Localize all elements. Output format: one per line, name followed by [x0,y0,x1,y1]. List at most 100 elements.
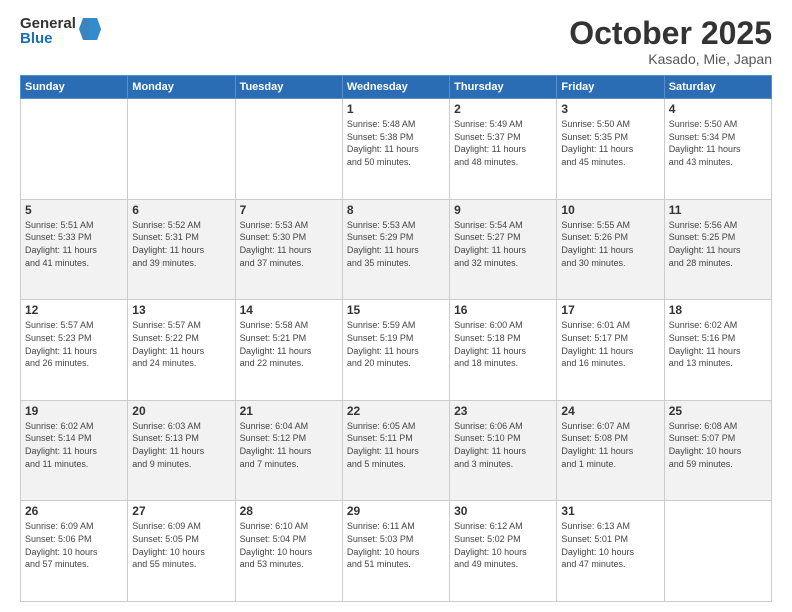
calendar-table: SundayMondayTuesdayWednesdayThursdayFrid… [20,75,772,602]
calendar-week-row: 12 Sunrise: 5:57 AM Sunset: 5:23 PM Dayli… [21,300,772,401]
title-area: October 2025 Kasado, Mie, Japan [569,16,772,67]
logo-text: General Blue [20,16,76,46]
calendar-day-cell: 4 Sunrise: 5:50 AM Sunset: 5:34 PM Daylig… [664,99,771,200]
calendar-day-header: Tuesday [235,76,342,99]
logo-area: General Blue [20,16,101,46]
day-number: 6 [132,203,230,217]
day-info: Sunrise: 6:03 AM Sunset: 5:13 PM Dayligh… [132,420,230,470]
calendar-day-cell: 28Sunrise: 6:10 AM Sunset: 5:04 PM Dayli… [235,501,342,602]
day-info: Sunrise: 6:08 AM Sunset: 5:07 PM Dayligh… [669,420,767,470]
day-info: Sunrise: 5:50 AM Sunset: 5:34 PM Dayligh… [669,118,767,168]
day-info: Sunrise: 6:02 AM Sunset: 5:16 PM Dayligh… [669,319,767,369]
calendar-day-cell: 30Sunrise: 6:12 AM Sunset: 5:02 PM Dayli… [450,501,557,602]
calendar-week-row: 5 Sunrise: 5:51 AM Sunset: 5:33 PM Daylig… [21,199,772,300]
calendar-day-cell: 6 Sunrise: 5:52 AM Sunset: 5:31 PM Daylig… [128,199,235,300]
day-info: Sunrise: 6:12 AM Sunset: 5:02 PM Dayligh… [454,520,552,570]
day-number: 25 [669,404,767,418]
header: General Blue October 2025 Kasado, Mie, J… [20,16,772,67]
day-number: 2 [454,102,552,116]
day-number: 24 [561,404,659,418]
day-number: 18 [669,303,767,317]
calendar-day-cell: 2Sunrise: 5:49 AM Sunset: 5:37 PM Daylig… [450,99,557,200]
calendar-day-cell: 24 Sunrise: 6:07 AM Sunset: 5:08 PM Dayli… [557,400,664,501]
day-info: Sunrise: 5:59 AM Sunset: 5:19 PM Dayligh… [347,319,445,369]
calendar-day-cell [128,99,235,200]
day-number: 20 [132,404,230,418]
day-info: Sunrise: 6:05 AM Sunset: 5:11 PM Dayligh… [347,420,445,470]
day-number: 8 [347,203,445,217]
calendar-day-header: Saturday [664,76,771,99]
calendar-day-cell: 20 Sunrise: 6:03 AM Sunset: 5:13 PM Dayli… [128,400,235,501]
calendar-day-cell: 14 Sunrise: 5:58 AM Sunset: 5:21 PM Dayli… [235,300,342,401]
day-number: 17 [561,303,659,317]
day-info: Sunrise: 5:53 AM Sunset: 5:30 PM Dayligh… [240,219,338,269]
day-info: Sunrise: 6:07 AM Sunset: 5:08 PM Dayligh… [561,420,659,470]
month-title: October 2025 [569,16,772,51]
day-info: Sunrise: 5:58 AM Sunset: 5:21 PM Dayligh… [240,319,338,369]
day-info: Sunrise: 5:57 AM Sunset: 5:22 PM Dayligh… [132,319,230,369]
calendar-day-cell: 13 Sunrise: 5:57 AM Sunset: 5:22 PM Dayli… [128,300,235,401]
calendar-day-cell: 23 Sunrise: 6:06 AM Sunset: 5:10 PM Dayli… [450,400,557,501]
day-info: Sunrise: 5:56 AM Sunset: 5:25 PM Dayligh… [669,219,767,269]
day-number: 15 [347,303,445,317]
day-info: Sunrise: 6:06 AM Sunset: 5:10 PM Dayligh… [454,420,552,470]
calendar-day-cell: 15 Sunrise: 5:59 AM Sunset: 5:19 PM Dayli… [342,300,449,401]
calendar-day-header: Friday [557,76,664,99]
day-info: Sunrise: 6:04 AM Sunset: 5:12 PM Dayligh… [240,420,338,470]
day-info: Sunrise: 6:13 AM Sunset: 5:01 PM Dayligh… [561,520,659,570]
day-number: 7 [240,203,338,217]
calendar-day-header: Monday [128,76,235,99]
calendar-day-cell: 16Sunrise: 6:00 AM Sunset: 5:18 PM Dayli… [450,300,557,401]
calendar-day-cell: 22 Sunrise: 6:05 AM Sunset: 5:11 PM Dayli… [342,400,449,501]
calendar-day-cell: 27 Sunrise: 6:09 AM Sunset: 5:05 PM Dayli… [128,501,235,602]
day-number: 9 [454,203,552,217]
day-number: 4 [669,102,767,116]
page: General Blue October 2025 Kasado, Mie, J… [0,0,792,612]
calendar-day-cell: 5 Sunrise: 5:51 AM Sunset: 5:33 PM Daylig… [21,199,128,300]
day-info: Sunrise: 5:57 AM Sunset: 5:23 PM Dayligh… [25,319,123,369]
calendar-week-row: 19 Sunrise: 6:02 AM Sunset: 5:14 PM Dayli… [21,400,772,501]
calendar-day-cell: 7 Sunrise: 5:53 AM Sunset: 5:30 PM Daylig… [235,199,342,300]
day-info: Sunrise: 6:02 AM Sunset: 5:14 PM Dayligh… [25,420,123,470]
calendar-day-header: Thursday [450,76,557,99]
day-number: 5 [25,203,123,217]
day-number: 26 [25,504,123,518]
location: Kasado, Mie, Japan [569,51,772,67]
calendar-day-cell [235,99,342,200]
day-info: Sunrise: 6:00 AM Sunset: 5:18 PM Dayligh… [454,319,552,369]
calendar-day-cell: 8 Sunrise: 5:53 AM Sunset: 5:29 PM Daylig… [342,199,449,300]
calendar-day-cell: 26 Sunrise: 6:09 AM Sunset: 5:06 PM Dayli… [21,501,128,602]
day-info: Sunrise: 5:50 AM Sunset: 5:35 PM Dayligh… [561,118,659,168]
logo-blue: Blue [20,31,76,46]
calendar-day-cell: 31 Sunrise: 6:13 AM Sunset: 5:01 PM Dayli… [557,501,664,602]
day-number: 13 [132,303,230,317]
day-number: 22 [347,404,445,418]
day-info: Sunrise: 6:09 AM Sunset: 5:06 PM Dayligh… [25,520,123,570]
calendar-day-cell: 18 Sunrise: 6:02 AM Sunset: 5:16 PM Dayli… [664,300,771,401]
day-info: Sunrise: 5:55 AM Sunset: 5:26 PM Dayligh… [561,219,659,269]
calendar-day-cell: 1 Sunrise: 5:48 AM Sunset: 5:38 PM Daylig… [342,99,449,200]
day-number: 12 [25,303,123,317]
logo-general: General [20,16,76,31]
calendar-week-row: 26 Sunrise: 6:09 AM Sunset: 5:06 PM Dayli… [21,501,772,602]
day-number: 27 [132,504,230,518]
day-info: Sunrise: 5:53 AM Sunset: 5:29 PM Dayligh… [347,219,445,269]
day-info: Sunrise: 5:52 AM Sunset: 5:31 PM Dayligh… [132,219,230,269]
day-info: Sunrise: 6:09 AM Sunset: 5:05 PM Dayligh… [132,520,230,570]
calendar-day-header: Wednesday [342,76,449,99]
day-number: 3 [561,102,659,116]
day-info: Sunrise: 5:48 AM Sunset: 5:38 PM Dayligh… [347,118,445,168]
calendar-day-cell: 12 Sunrise: 5:57 AM Sunset: 5:23 PM Dayli… [21,300,128,401]
calendar-week-row: 1 Sunrise: 5:48 AM Sunset: 5:38 PM Daylig… [21,99,772,200]
day-number: 1 [347,102,445,116]
day-number: 19 [25,404,123,418]
day-number: 14 [240,303,338,317]
day-info: Sunrise: 5:51 AM Sunset: 5:33 PM Dayligh… [25,219,123,269]
calendar-day-cell: 19 Sunrise: 6:02 AM Sunset: 5:14 PM Dayli… [21,400,128,501]
day-number: 23 [454,404,552,418]
day-number: 31 [561,504,659,518]
calendar-day-cell: 9Sunrise: 5:54 AM Sunset: 5:27 PM Daylig… [450,199,557,300]
day-number: 29 [347,504,445,518]
logo-icon [79,16,101,42]
calendar-day-cell: 11Sunrise: 5:56 AM Sunset: 5:25 PM Dayli… [664,199,771,300]
